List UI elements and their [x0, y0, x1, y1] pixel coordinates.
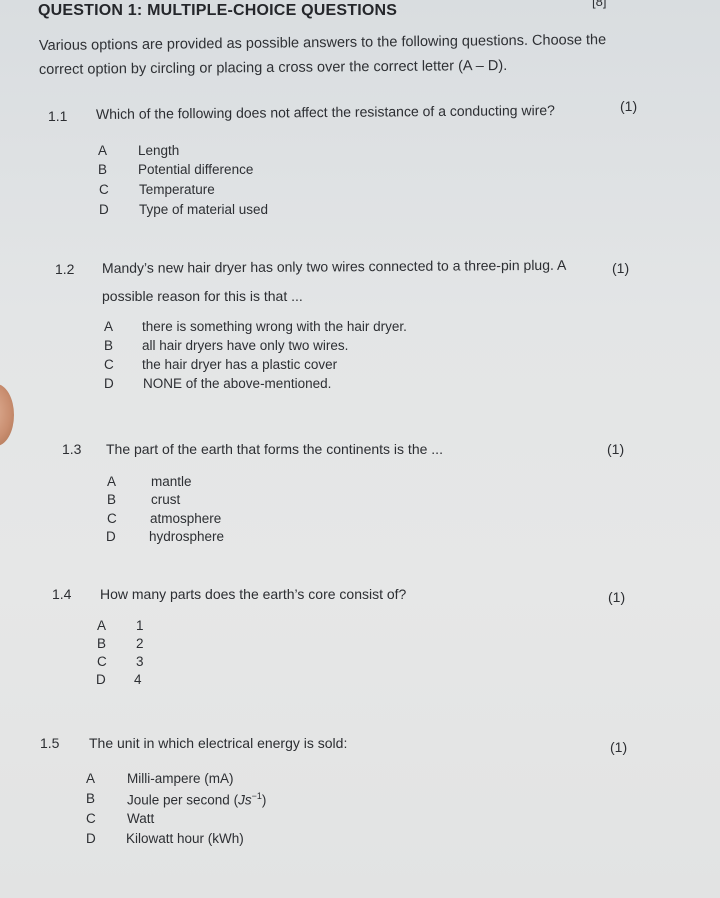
instructions-line-1: Various options are provided as possible… — [38, 32, 607, 54]
question-text: The part of the earth that forms the con… — [106, 441, 443, 457]
option-letter: D — [106, 529, 116, 544]
option-text: 3 — [136, 654, 144, 669]
option-text: Joule per second (Js−1) — [127, 791, 266, 808]
option-text: atmosphere — [150, 511, 222, 526]
option-letter: D — [99, 202, 109, 217]
option-letter: C — [86, 811, 96, 826]
question-number: 1.3 — [62, 441, 82, 457]
question-text-line-2: possible reason for this is that ... — [102, 288, 303, 304]
option-letter: C — [104, 357, 114, 372]
option-letter: B — [104, 338, 114, 353]
question-marks: (1) — [608, 589, 626, 605]
option-text: Potential difference — [138, 162, 254, 177]
option-letter: A — [98, 143, 108, 158]
question-number: 1.1 — [48, 108, 68, 124]
option-text-suffix: ) — [261, 792, 267, 808]
unit-exponent: −1 — [251, 791, 262, 801]
option-text: Watt — [127, 811, 155, 826]
option-letter: D — [96, 672, 106, 687]
option-letter: B — [98, 162, 108, 177]
option-text: Temperature — [139, 182, 215, 197]
option-text: crust — [151, 492, 181, 507]
question-marks: (1) — [610, 739, 628, 755]
option-text: Length — [138, 143, 180, 158]
question-text: Which of the following does not affect t… — [95, 101, 555, 122]
option-text: 2 — [136, 636, 144, 651]
option-letter: A — [86, 771, 96, 786]
option-letter: D — [104, 376, 114, 391]
option-text: mantle — [151, 474, 192, 489]
option-text: Type of material used — [139, 202, 269, 217]
question-number: 1.5 — [40, 735, 60, 751]
question-marks: (1) — [620, 98, 638, 114]
option-letter: C — [97, 654, 107, 669]
question-number: 1.2 — [55, 261, 75, 277]
option-text: 1 — [136, 618, 144, 633]
option-text-main: Joule per second ( — [127, 792, 239, 808]
option-letter: C — [107, 511, 117, 526]
option-letter: C — [99, 182, 109, 197]
option-text: Milli-ampere (mA) — [127, 771, 234, 786]
option-letter: B — [107, 492, 117, 507]
question-number: 1.4 — [52, 586, 72, 602]
question-text: Mandy’s new hair dryer has only two wire… — [101, 256, 567, 276]
question-text: The unit in which electrical energy is s… — [89, 735, 348, 751]
option-text: the hair dryer has a plastic cover — [142, 357, 338, 372]
option-text: all hair dryers have only two wires. — [142, 338, 349, 353]
unit-symbol: Js — [238, 792, 252, 808]
option-text: 4 — [134, 672, 142, 687]
option-text: there is something wrong with the hair d… — [142, 319, 407, 334]
option-text: Kilowatt hour (kWh) — [126, 831, 244, 846]
total-marks: [8] — [592, 0, 607, 9]
instructions-line-2: correct option by circling or placing a … — [38, 57, 508, 78]
option-letter: A — [97, 618, 107, 633]
option-letter: A — [107, 474, 117, 489]
option-letter: D — [86, 831, 96, 846]
option-text: NONE of the above-mentioned. — [143, 376, 332, 391]
question-marks: (1) — [612, 260, 630, 276]
option-letter: A — [104, 319, 114, 334]
question-marks: (1) — [607, 441, 625, 457]
section-title: QUESTION 1: MULTIPLE-CHOICE QUESTIONS — [38, 2, 398, 19]
option-letter: B — [97, 636, 107, 651]
option-letter: B — [86, 791, 96, 806]
finger-photo-artifact — [0, 384, 14, 446]
question-text: How many parts does the earth’s core con… — [100, 586, 407, 602]
option-text: hydrosphere — [149, 529, 225, 544]
